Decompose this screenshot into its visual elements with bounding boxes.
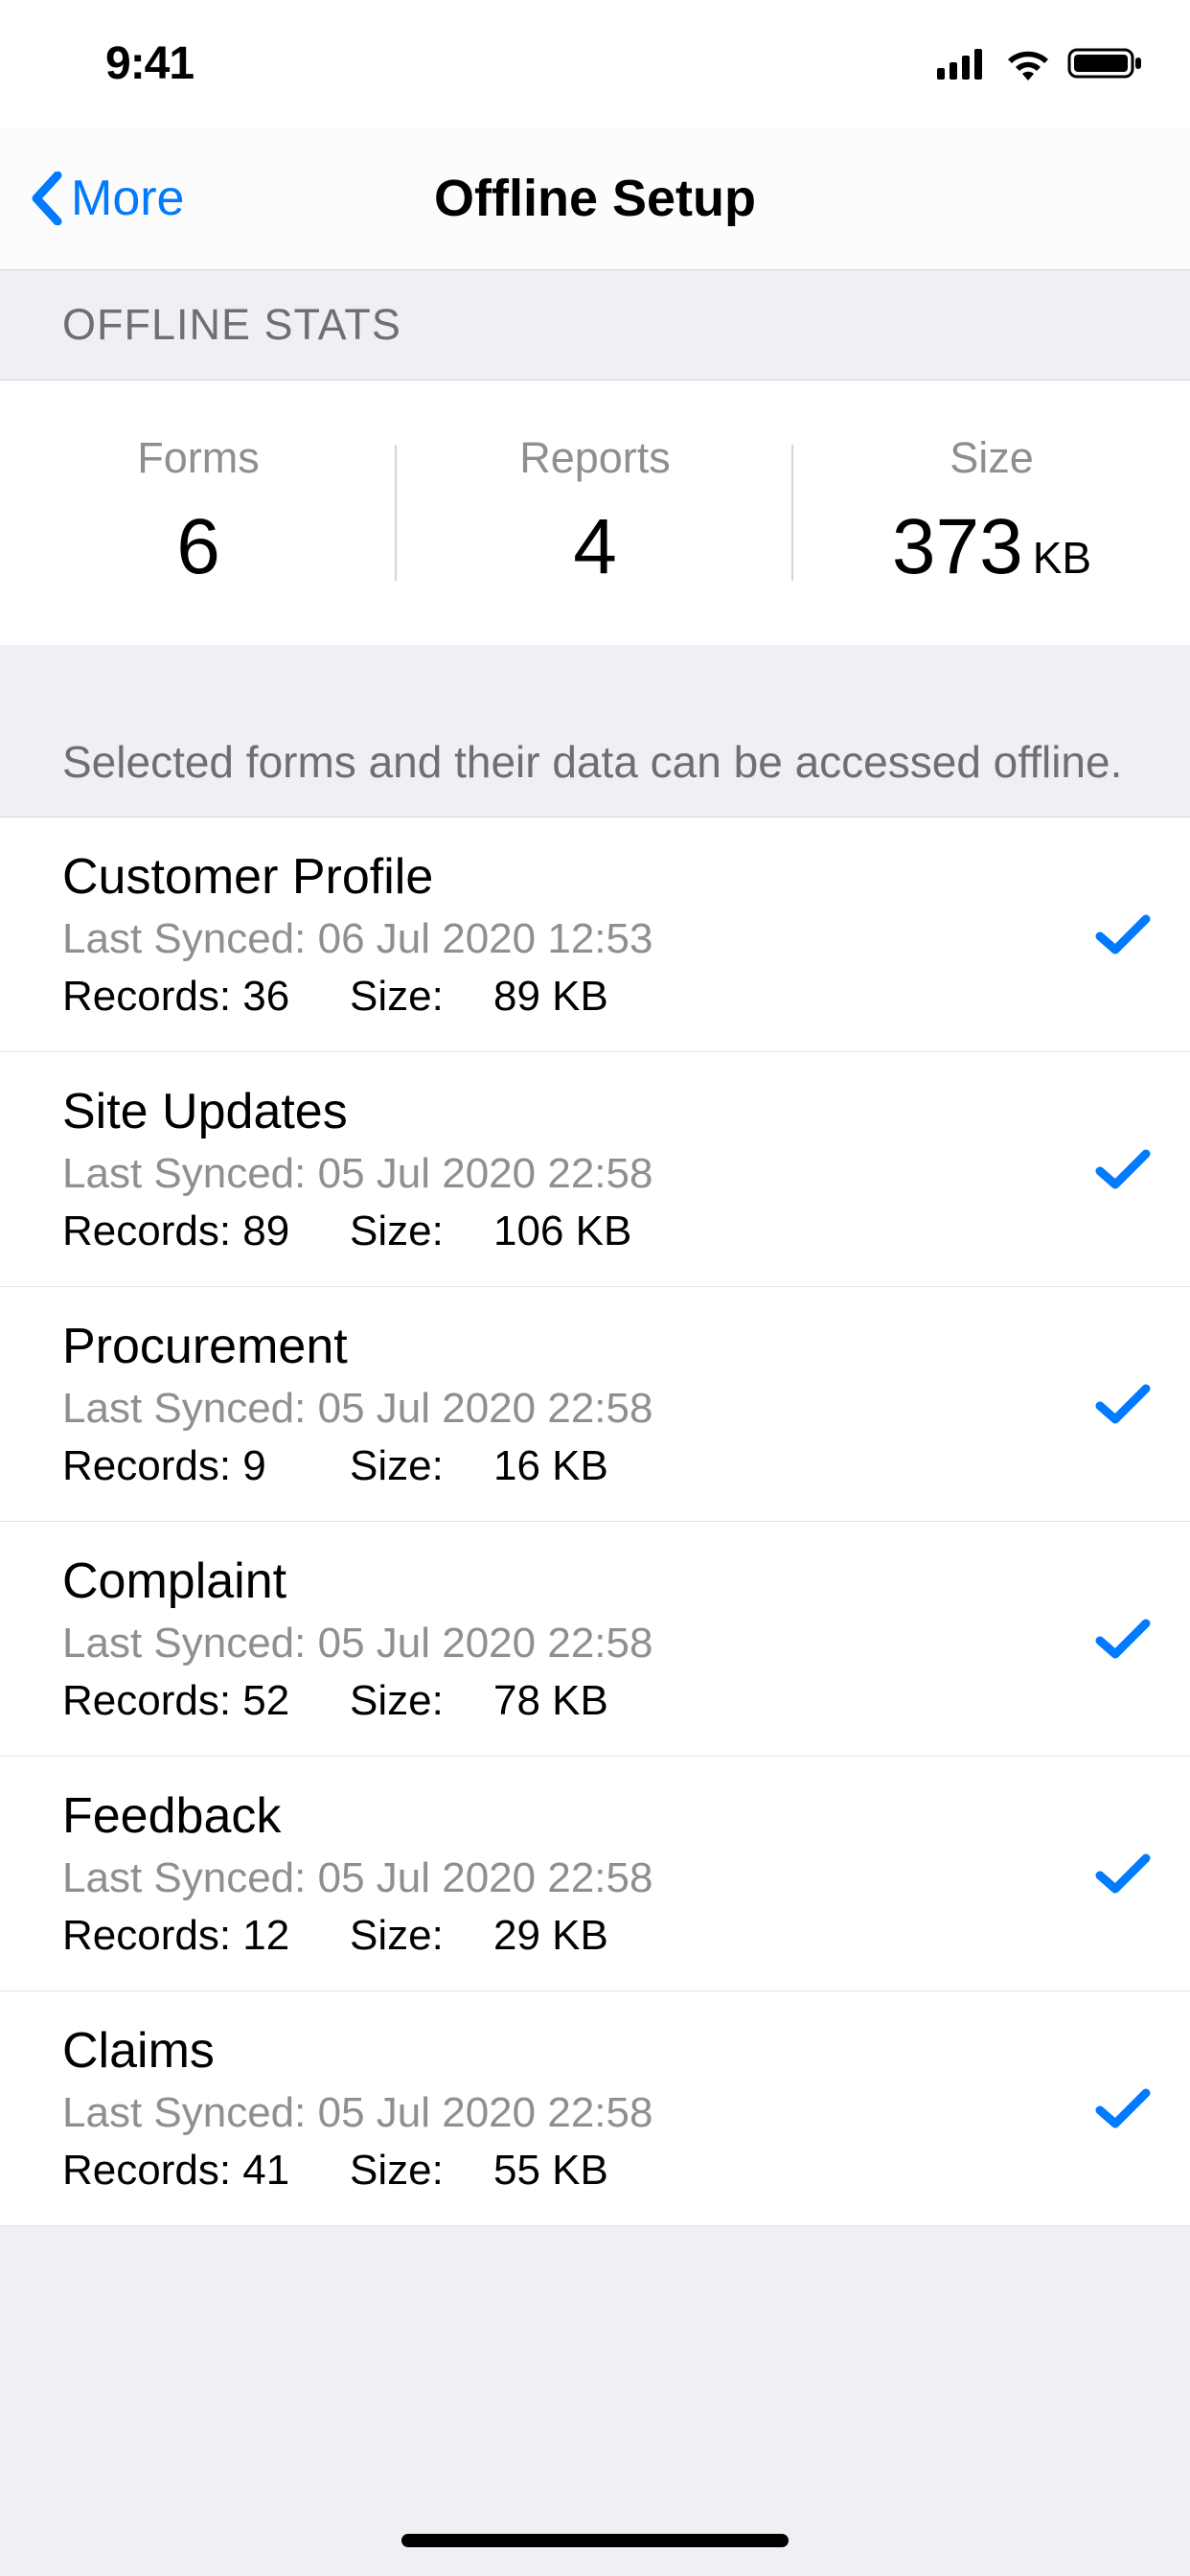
stat-reports: Reports 4 [397,433,793,592]
form-row[interactable]: Site Updates Last Synced: 05 Jul 2020 22:… [0,1052,1190,1287]
form-size-value: 78 KB [493,1677,608,1725]
status-time: 9:41 [105,37,194,90]
form-size-label: Size: [350,1912,493,1960]
form-last-synced: Last Synced: 05 Jul 2020 22:58 [62,1620,1094,1668]
form-size-label: Size: [350,973,493,1021]
check-icon [1094,911,1152,957]
form-records: Records: 89 [62,1208,350,1255]
form-meta: Records: 9Size:16 KB [62,1442,1094,1490]
form-last-synced: Last Synced: 05 Jul 2020 22:58 [62,1385,1094,1433]
check-icon [1094,2085,1152,2131]
stat-value-num: 373 [892,503,1023,590]
form-last-synced: Last Synced: 05 Jul 2020 22:58 [62,2089,1094,2137]
form-size-value: 89 KB [493,973,608,1021]
form-size-label: Size: [350,1442,493,1490]
stat-label: Forms [137,433,260,483]
form-info: Customer Profile Last Synced: 06 Jul 2020… [62,848,1094,1021]
form-size-label: Size: [350,2147,493,2195]
back-button[interactable]: More [29,170,184,227]
stat-value: 6 [176,502,220,592]
forms-section-description: Selected forms and their data can be acc… [0,645,1190,817]
check-icon [1094,1146,1152,1192]
chevron-left-icon [29,172,63,225]
page-title: Offline Setup [434,169,756,228]
form-records: Records: 52 [62,1677,350,1725]
form-records: Records: 36 [62,973,350,1021]
stats-box: Forms 6 Reports 4 Size 373KB [0,380,1190,645]
form-size-value: 29 KB [493,1912,608,1960]
form-meta: Records: 12Size:29 KB [62,1912,1094,1960]
battery-icon [1067,46,1144,80]
form-title: Customer Profile [62,848,1094,906]
form-last-synced: Last Synced: 05 Jul 2020 22:58 [62,1854,1094,1902]
back-label: More [71,170,184,227]
form-size-label: Size: [350,1677,493,1725]
stat-size: Size 373KB [793,433,1190,592]
form-last-synced: Last Synced: 05 Jul 2020 22:58 [62,1150,1094,1198]
stats-section-header: OFFLINE STATS [0,270,1190,380]
status-bar: 9:41 [0,0,1190,126]
form-size-value: 55 KB [493,2147,608,2195]
form-meta: Records: 89Size:106 KB [62,1208,1094,1255]
form-info: Feedback Last Synced: 05 Jul 2020 22:58 Re… [62,1787,1094,1960]
stat-value-unit: KB [1033,533,1091,583]
form-row[interactable]: Customer Profile Last Synced: 06 Jul 2020… [0,817,1190,1052]
form-meta: Records: 41Size:55 KB [62,2147,1094,2195]
stat-label: Size [950,433,1034,483]
form-row[interactable]: Feedback Last Synced: 05 Jul 2020 22:58 Re… [0,1757,1190,1991]
form-title: Complaint [62,1552,1094,1610]
wifi-icon [1004,46,1052,80]
form-info: Complaint Last Synced: 05 Jul 2020 22:58 R… [62,1552,1094,1725]
form-title: Site Updates [62,1083,1094,1140]
form-records: Records: 41 [62,2147,350,2195]
form-title: Feedback [62,1787,1094,1845]
stat-value: 373KB [892,502,1091,592]
stat-value: 4 [573,502,617,592]
nav-bar: More Offline Setup [0,126,1190,270]
form-meta: Records: 36Size:89 KB [62,973,1094,1021]
cellular-icon [937,47,989,80]
status-icons [937,46,1144,80]
form-records: Records: 9 [62,1442,350,1490]
stat-forms: Forms 6 [0,433,397,592]
home-indicator [401,2534,789,2547]
form-title: Procurement [62,1318,1094,1375]
check-icon [1094,1851,1152,1897]
form-row[interactable]: Claims Last Synced: 05 Jul 2020 22:58 Reco… [0,1991,1190,2226]
form-row[interactable]: Procurement Last Synced: 05 Jul 2020 22:5… [0,1287,1190,1522]
form-size-value: 106 KB [493,1208,631,1255]
form-size-label: Size: [350,1208,493,1255]
form-size-value: 16 KB [493,1442,608,1490]
form-info: Claims Last Synced: 05 Jul 2020 22:58 Reco… [62,2022,1094,2195]
form-info: Procurement Last Synced: 05 Jul 2020 22:5… [62,1318,1094,1490]
stat-label: Reports [519,433,671,483]
form-last-synced: Last Synced: 06 Jul 2020 12:53 [62,915,1094,963]
check-icon [1094,1616,1152,1662]
form-records: Records: 12 [62,1912,350,1960]
form-info: Site Updates Last Synced: 05 Jul 2020 22:… [62,1083,1094,1255]
form-meta: Records: 52Size:78 KB [62,1677,1094,1725]
check-icon [1094,1381,1152,1427]
form-title: Claims [62,2022,1094,2080]
form-row[interactable]: Complaint Last Synced: 05 Jul 2020 22:58 R… [0,1522,1190,1757]
form-list: Customer Profile Last Synced: 06 Jul 2020… [0,817,1190,2226]
